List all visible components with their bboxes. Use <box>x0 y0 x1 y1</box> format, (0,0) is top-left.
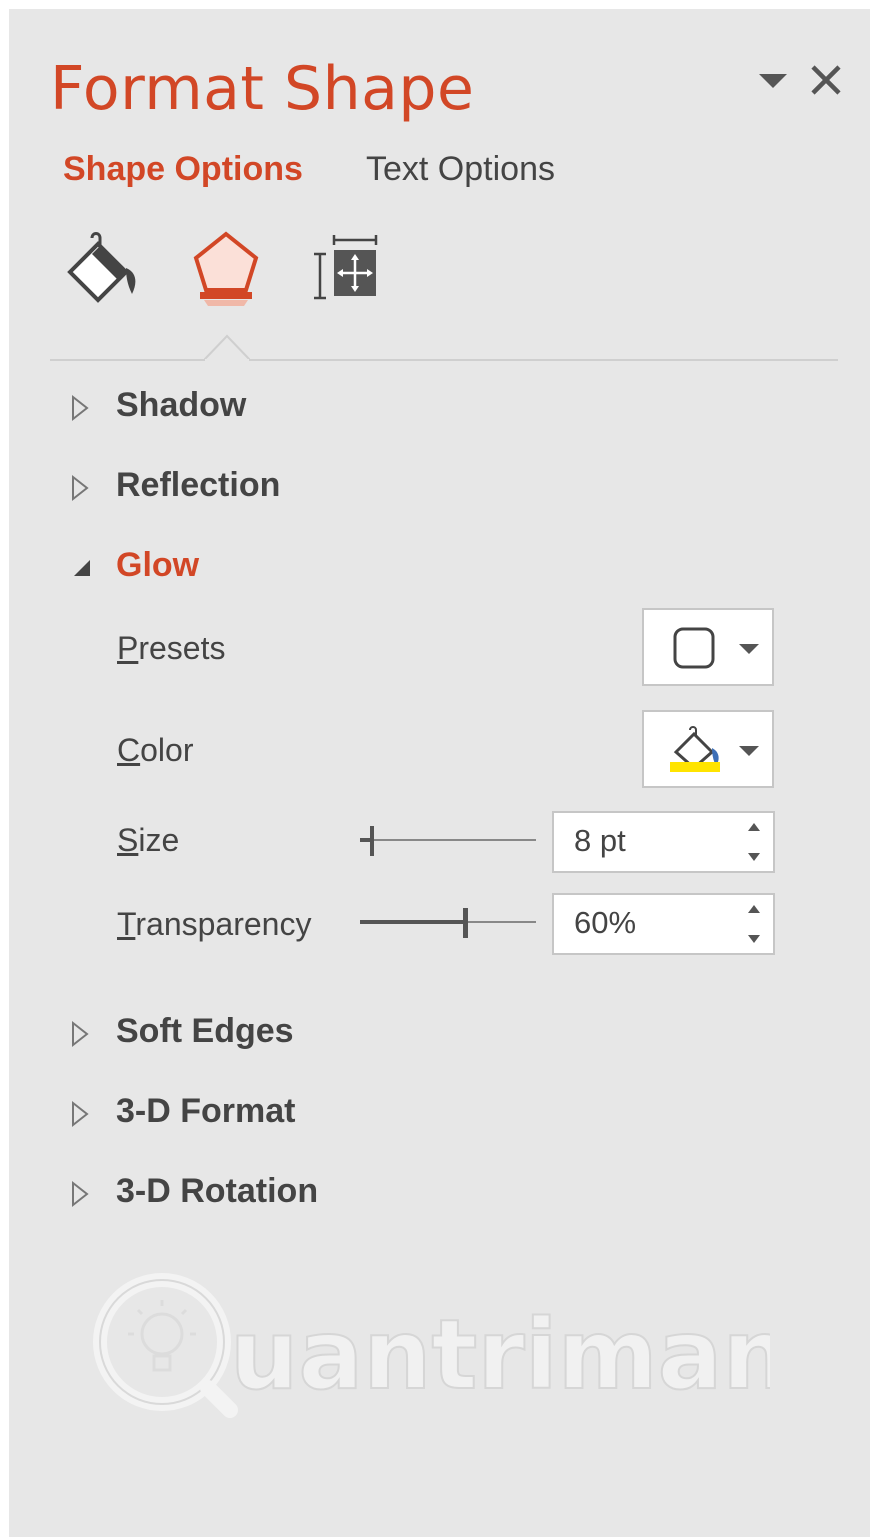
color-dropdown[interactable] <box>642 710 774 788</box>
size-slider[interactable] <box>360 826 536 856</box>
task-pane-options-button[interactable] <box>756 70 790 92</box>
color-label-rest: olor <box>140 732 194 768</box>
glow-preset-preview-icon <box>673 627 715 669</box>
color-swatch <box>670 762 720 772</box>
expand-arrow-icon <box>72 1100 89 1128</box>
transparency-slider[interactable] <box>360 908 536 938</box>
section-glow-label: Glow <box>116 546 200 584</box>
slider-track <box>360 839 536 841</box>
close-icon <box>811 65 841 95</box>
chevron-down-icon <box>739 644 759 654</box>
presets-label-rest: resets <box>138 630 226 666</box>
section-3d-format-label: 3-D Format <box>116 1092 296 1130</box>
color-label: Color <box>117 732 193 769</box>
effects-icon <box>193 231 259 306</box>
size-accesskey: S <box>117 822 139 858</box>
fill-line-tab[interactable] <box>62 228 144 308</box>
slider-thumb[interactable] <box>370 826 374 856</box>
tab-shape-options[interactable]: Shape Options <box>63 150 303 189</box>
size-label: Size <box>117 822 179 859</box>
transparency-spinner[interactable]: 60% <box>552 893 775 955</box>
transparency-label-rest: ransparency <box>135 906 312 942</box>
presets-dropdown[interactable] <box>642 608 774 686</box>
tab-divider <box>50 359 838 361</box>
size-spinner[interactable]: 8 pt <box>552 811 775 873</box>
effects-tab[interactable] <box>186 226 266 310</box>
section-3d-rotation-label: 3-D Rotation <box>116 1172 319 1210</box>
chevron-down-icon <box>759 74 787 88</box>
section-3d-format[interactable]: 3-D Format <box>70 1092 390 1142</box>
close-button[interactable] <box>808 62 844 98</box>
section-soft-edges-label: Soft Edges <box>116 1012 294 1050</box>
slider-fill <box>360 920 466 924</box>
section-reflection-label: Reflection <box>116 466 281 504</box>
transparency-value[interactable]: 60% <box>574 905 636 941</box>
presets-accesskey: P <box>117 630 139 666</box>
section-shadow-label: Shadow <box>116 386 247 424</box>
size-label-rest: ize <box>138 822 180 858</box>
section-3d-rotation[interactable]: 3-D Rotation <box>70 1172 410 1222</box>
transparency-accesskey: T <box>117 906 136 942</box>
expand-arrow-icon <box>72 474 89 502</box>
section-glow[interactable]: Glow <box>70 546 370 596</box>
size-value[interactable]: 8 pt <box>574 823 626 859</box>
chevron-down-icon <box>739 746 759 756</box>
section-soft-edges[interactable]: Soft Edges <box>70 1012 390 1062</box>
lightbulb-logo-icon: uantrimang <box>93 1273 860 1418</box>
expand-arrow-icon <box>72 1020 89 1048</box>
quantrimang-watermark: uantrimang <box>90 1270 860 1425</box>
expand-arrow-icon <box>72 394 89 422</box>
active-tab-notch <box>204 334 250 362</box>
spin-up-down-icon <box>748 823 760 861</box>
section-shadow[interactable]: Shadow <box>70 386 370 436</box>
collapse-arrow-icon <box>74 560 90 576</box>
pane-title: Format Shape <box>50 54 475 124</box>
watermark-text: uantrimang <box>230 1299 770 1411</box>
presets-label: Presets <box>117 630 225 667</box>
transparency-label: Transparency <box>117 906 311 943</box>
size-spin-arrows[interactable] <box>745 819 763 870</box>
color-accesskey: C <box>117 732 141 768</box>
transparency-spin-arrows[interactable] <box>745 901 763 952</box>
tab-text-options[interactable]: Text Options <box>366 150 555 189</box>
section-reflection[interactable]: Reflection <box>70 466 370 516</box>
slider-thumb[interactable] <box>463 908 468 938</box>
expand-arrow-icon <box>72 1180 89 1208</box>
size-properties-icon <box>314 235 378 300</box>
size-properties-tab[interactable] <box>308 234 382 304</box>
spin-up-down-icon <box>748 905 760 943</box>
fill-line-icon <box>67 232 136 303</box>
